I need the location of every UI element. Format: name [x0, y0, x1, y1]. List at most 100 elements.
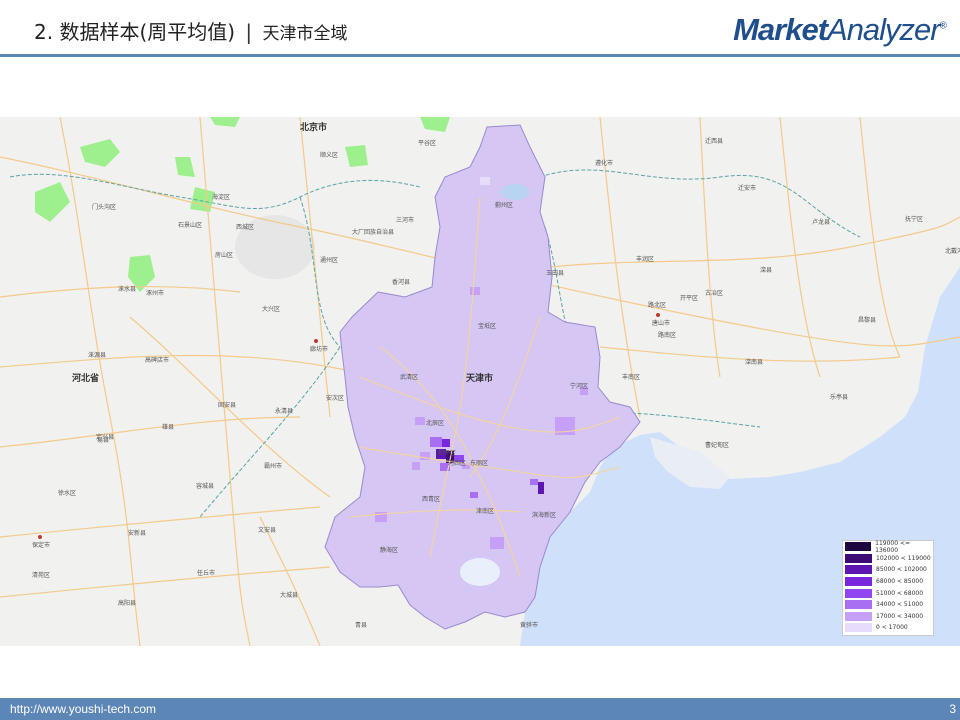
label-ninghe: 宁河区: [570, 382, 588, 390]
yuqiao-reservoir: [501, 184, 529, 200]
label-haidian: 海淀区: [212, 193, 230, 201]
label-luanxian: 滦县: [760, 266, 772, 274]
label-pinggu: 平谷区: [418, 139, 436, 147]
title-separator: |: [245, 20, 253, 44]
label-qianan: 迁安市: [738, 184, 756, 192]
label-xiqing: 西青区: [422, 495, 440, 503]
label-kaiping: 开平区: [680, 295, 698, 302]
label-sanhe: 三河市: [396, 216, 414, 224]
footer-url[interactable]: http://www.youshi-tech.com: [10, 702, 156, 716]
label-tangshan: 唐山市: [652, 319, 670, 327]
label-huanghua: 黄骅市: [520, 621, 538, 629]
title-subtitle: 天津市全域: [262, 24, 348, 44]
label-laishui: 涞水县: [118, 285, 136, 293]
tianjin-map: 北京市 天津市 河北省 廊坊市 唐山市 保定市 平谷区 顺义区 门头沟区 石景山…: [0, 117, 960, 646]
label-gu_an: 固安县: [218, 401, 236, 409]
legend-row: 85000 < 102000: [843, 564, 933, 576]
header-rule: [0, 54, 960, 57]
label-jinnan: 津南区: [476, 507, 494, 515]
label-yutian: 玉田县: [546, 270, 564, 277]
market-analyzer-logo: MarketAnalyzer®: [733, 12, 947, 47]
label-baoding: 保定市: [32, 541, 50, 549]
title-text: 2. 数据样本(周平均值): [34, 20, 236, 44]
legend-swatch: [845, 600, 872, 610]
label-wuqing: 武清区: [400, 373, 418, 381]
label-qingxian: 青县: [355, 621, 367, 629]
legend-swatch: [845, 565, 872, 575]
label-binhai: 滨海新区: [532, 511, 556, 519]
label-gaobeidian: 高碑店市: [145, 356, 169, 364]
label-xianghe: 香河县: [392, 278, 410, 286]
legend-swatch: [845, 577, 872, 587]
legend-row: 102000 < 119000: [843, 553, 933, 565]
label-langfang: 廊坊市: [310, 345, 328, 353]
legend-row: 34000 < 51000: [843, 599, 933, 611]
legend-row: 17000 < 34000: [843, 611, 933, 623]
label-rongcheng: 容城县: [196, 482, 214, 490]
legend-label: 119000 <= 136000: [875, 539, 911, 554]
label-hexi: 河西区: [448, 459, 466, 467]
label-fengrun: 丰润区: [636, 255, 654, 263]
label-xiongxian: 雄县: [162, 423, 174, 431]
label-shunyi: 顺义区: [320, 152, 338, 159]
label-wenan: 文安县: [258, 526, 276, 534]
label-luannan: 滦南县: [745, 358, 763, 366]
label-qianxi: 迁西县: [705, 137, 723, 145]
label-caofeidian: 曹妃甸区: [705, 441, 729, 449]
label-lubei: 路北区: [648, 301, 666, 309]
label-dongli: 东丽区: [470, 459, 488, 467]
legend-swatch: [845, 623, 872, 633]
map-legend: 119000 <= 136000 102000 < 119000 85000 < 1…: [842, 540, 934, 636]
label-laiyuan: 涞源县: [88, 351, 106, 359]
label-guye: 古冶区: [705, 289, 723, 297]
legend-swatch: [845, 553, 872, 563]
label-jinghai: 静海区: [380, 546, 398, 554]
label-fengnan: 丰南区: [622, 373, 640, 381]
label-heping: 和平区: [438, 449, 456, 457]
label-beichen: 北辰区: [426, 419, 444, 427]
label-yongqing: 永清县: [275, 407, 293, 415]
label-xicheng: 西城区: [236, 224, 254, 231]
legend-label: 17000 < 34000: [876, 612, 924, 620]
label-gaoyang: 高阳县: [118, 599, 136, 607]
label-bazhou: 霸州市: [264, 462, 282, 470]
label-baodi: 宝坻区: [478, 322, 496, 330]
page-number: 3: [949, 702, 956, 716]
label-tongzhou: 通州区: [320, 256, 338, 264]
label-hebei: 河北省: [72, 372, 99, 384]
legend-row: 68000 < 85000: [843, 576, 933, 588]
legend-label: 102000 < 119000: [876, 554, 931, 562]
label-laoting: 乐亭县: [830, 393, 848, 401]
label-dacheng: 大城县: [280, 591, 298, 599]
label-lunan: 路南区: [658, 331, 676, 339]
label-zunhua: 遵化市: [595, 159, 613, 167]
label-mentougou: 门头沟区: [92, 203, 116, 211]
legend-swatch: [845, 588, 872, 598]
label-beidaihe: 北戴河: [945, 247, 960, 255]
label-yixian: 易县: [97, 437, 109, 444]
footer-bar: http://www.youshi-tech.com 3: [0, 698, 960, 720]
label-jizhou: 蓟州区: [495, 201, 513, 209]
label-zhuozhou: 涿州市: [146, 289, 164, 297]
label-daxing: 大兴区: [262, 305, 280, 313]
label-dachang: 大厂回族自治县: [352, 228, 394, 236]
legend-label: 68000 < 85000: [876, 578, 924, 586]
slide-title: 2. 数据样本(周平均值) | 天津市全域: [34, 16, 348, 45]
legend-row: 0 < 17000: [843, 622, 933, 634]
label-renqiu: 任丘市: [197, 569, 215, 577]
legend-label: 34000 < 51000: [876, 601, 924, 609]
label-fangshan: 房山区: [215, 251, 233, 259]
legend-row: 119000 <= 136000: [843, 539, 933, 554]
label-beijing: 北京市: [300, 121, 327, 133]
label-anci: 安次区: [326, 394, 344, 402]
label-funing: 抚宁区: [905, 215, 923, 223]
legend-swatch: [845, 611, 872, 621]
label-changli: 昌黎县: [858, 316, 876, 324]
label-xushui: 徐水区: [58, 489, 76, 497]
legend-swatch: [845, 542, 872, 552]
legend-label: 51000 < 68000: [876, 589, 924, 597]
label-lulong: 卢龙县: [812, 218, 830, 226]
legend-label: 0 < 17000: [876, 624, 908, 632]
label-anxin: 安新县: [128, 529, 146, 537]
beidagang-reservoir: [460, 558, 500, 586]
